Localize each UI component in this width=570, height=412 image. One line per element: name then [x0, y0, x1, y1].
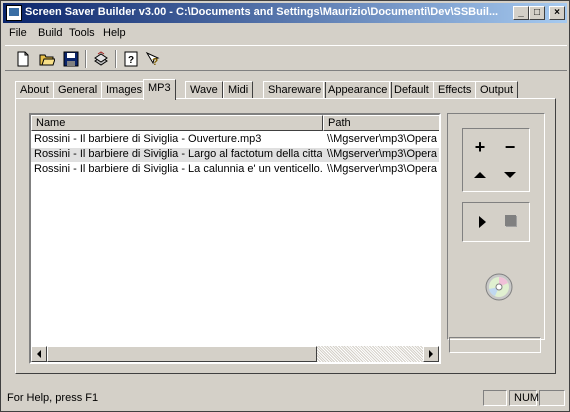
svg-text:?: ? — [152, 57, 158, 67]
status-help-text: For Help, press F1 — [7, 392, 99, 404]
tab-output[interactable]: Output — [475, 81, 519, 99]
status-bar: For Help, press F1 NUM — [3, 389, 567, 407]
file-path: \\Mgserver\mp3\Opera — [327, 133, 438, 145]
tab-shareware[interactable]: Shareware — [263, 81, 327, 99]
column-name[interactable]: Name — [31, 115, 323, 131]
new-file-icon[interactable] — [13, 49, 33, 69]
tab-appearance[interactable]: Appearance — [323, 81, 393, 99]
scroll-thumb[interactable] — [47, 346, 317, 362]
status-num: NUM — [509, 390, 539, 406]
tab-midi[interactable]: Midi — [223, 81, 254, 99]
tab-default[interactable]: Default — [389, 81, 434, 99]
minimize-button[interactable]: _ — [513, 6, 529, 20]
file-name: Rossini - Il barbiere di Siviglia - Ouve… — [34, 133, 262, 145]
cd-icon[interactable] — [484, 272, 514, 302]
status-pane-empty — [539, 390, 565, 406]
svg-text:?: ? — [128, 55, 134, 66]
add-button[interactable]: + — [469, 137, 491, 159]
menu-help[interactable]: Help — [103, 27, 126, 39]
scroll-left-button[interactable] — [31, 346, 47, 362]
list-item[interactable]: Rossini - Il barbiere di Siviglia - Ouve… — [31, 133, 439, 147]
tab-general[interactable]: General — [53, 81, 103, 99]
list-header: Name Path — [31, 115, 439, 131]
toolbar-separator — [85, 50, 87, 68]
list-item[interactable]: Rossini - Il barbiere di Siviglia - Larg… — [31, 148, 439, 162]
window-title: Screen Saver Builder v3.00 - C:\Document… — [25, 6, 499, 18]
maximize-button[interactable]: □ — [529, 6, 545, 20]
toolbar: ? ? — [5, 45, 567, 71]
column-path[interactable]: Path — [323, 115, 439, 131]
playback-group — [462, 202, 530, 242]
menu-file[interactable]: File — [9, 27, 27, 39]
order-group: + − — [462, 128, 530, 192]
tab-wave[interactable]: Wave — [185, 81, 223, 99]
menu-build[interactable]: Build — [38, 27, 62, 39]
app-icon — [6, 5, 22, 21]
file-name: Rossini - Il barbiere di Siviglia - Larg… — [34, 148, 322, 160]
menu-tools[interactable]: Tools — [69, 27, 95, 39]
list-item[interactable]: Rossini - Il barbiere di Siviglia - La c… — [31, 163, 439, 177]
save-icon[interactable] — [61, 49, 81, 69]
file-path: \\Mgserver\mp3\Opera — [327, 163, 438, 175]
scroll-right-button[interactable] — [423, 346, 439, 362]
context-help-icon[interactable]: ? — [143, 49, 163, 69]
status-pane-empty — [483, 390, 507, 406]
build-icon[interactable] — [91, 49, 111, 69]
tab-effects[interactable]: Effects — [433, 81, 477, 99]
toolbar-separator — [115, 50, 117, 68]
close-button[interactable]: × — [549, 6, 565, 20]
tab-mp3[interactable]: MP3 — [143, 79, 176, 100]
menu-bar: File Build Tools Help — [3, 25, 567, 43]
side-controls: + − — [447, 113, 545, 340]
remove-button[interactable]: − — [499, 137, 521, 159]
move-up-button[interactable] — [469, 163, 491, 185]
move-down-button[interactable] — [499, 163, 521, 185]
file-name: Rossini - Il barbiere di Siviglia - La c… — [34, 163, 322, 175]
app-window: Screen Saver Builder v3.00 - C:\Document… — [0, 0, 570, 412]
scroll-track[interactable] — [317, 346, 423, 362]
progress-bar — [449, 337, 541, 353]
file-path: \\Mgserver\mp3\Opera — [327, 148, 438, 160]
open-folder-icon[interactable] — [37, 49, 57, 69]
horizontal-scrollbar[interactable] — [31, 346, 439, 362]
play-icon[interactable] — [471, 211, 493, 233]
tab-strip: About General Images MP3 Wave Midi Share… — [15, 79, 555, 100]
title-bar: Screen Saver Builder v3.00 - C:\Document… — [3, 3, 567, 23]
mp3-list[interactable]: Name Path Rossini - Il barbiere di Sivig… — [29, 113, 441, 364]
about-icon[interactable]: ? — [121, 49, 141, 69]
stop-icon[interactable] — [501, 211, 523, 233]
tab-images[interactable]: Images — [101, 81, 148, 99]
tab-about[interactable]: About — [15, 81, 54, 99]
